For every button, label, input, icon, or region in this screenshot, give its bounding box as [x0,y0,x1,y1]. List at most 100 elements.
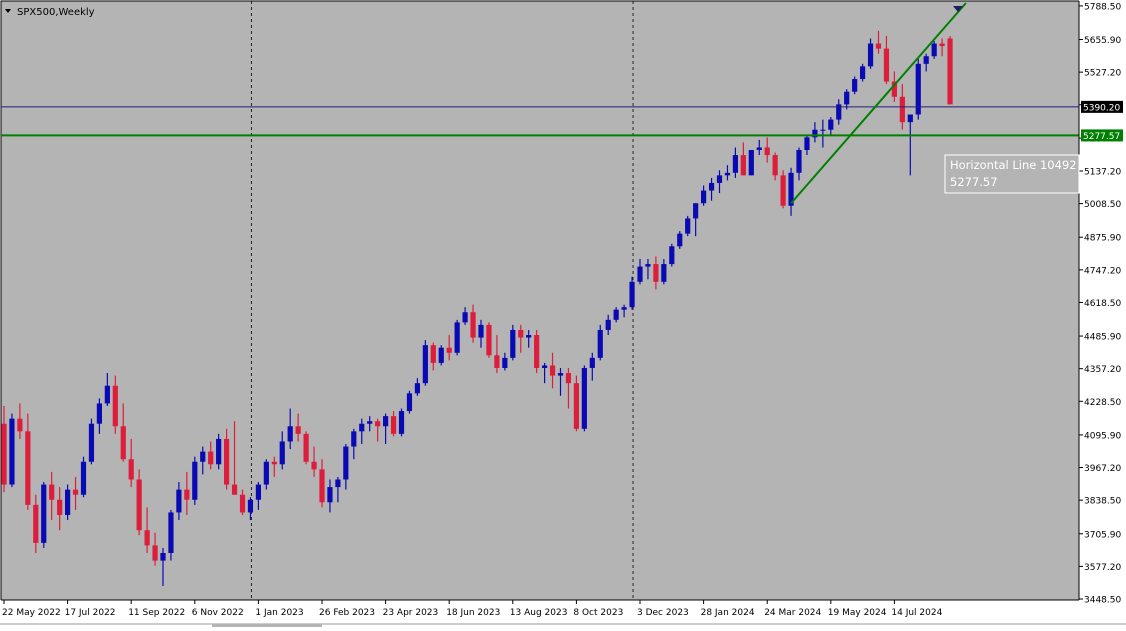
candle-body [279,441,285,465]
candle-body [907,114,913,123]
candle-body [613,309,619,320]
candle-body [947,38,953,105]
candle-body [88,423,95,462]
candle [192,456,198,505]
candle-body [200,451,206,462]
candle-body [502,357,508,368]
price-tick-label: 5137.20 [1084,167,1121,177]
price-tick-label: 5655.90 [1084,36,1121,46]
candle-body [597,329,603,358]
candle [852,76,858,95]
candle-body [414,383,420,394]
candle-body [685,218,691,234]
candle-body [701,190,707,204]
candle [947,35,953,105]
candle-body [518,329,524,338]
price-tick-label: 5008.50 [1084,200,1121,210]
candle-body [287,426,293,442]
candle-body [462,312,468,323]
price-tick-label: 4228.50 [1084,398,1121,408]
candle-body [72,489,79,495]
candle-body [96,403,102,424]
time-tick-label: 23 Apr 2023 [383,608,439,618]
candle-body [160,552,166,561]
price-tick-label: 4875.90 [1084,234,1121,244]
candle [677,231,683,249]
candle-body [343,446,349,480]
candle-body [263,461,269,485]
price-tick-label: 4357.20 [1084,365,1121,375]
price-tick-label: 4618.50 [1084,299,1121,309]
candle [534,329,540,374]
candle-body [653,264,659,282]
candle-body [80,461,87,495]
candle-body [565,373,572,384]
candle [510,324,516,361]
time-tick-label: 24 Mar 2024 [764,608,821,618]
price-tick-label: 3577.20 [1084,563,1121,573]
time-tick-label: 13 Aug 2023 [510,608,568,618]
candle-body [883,48,890,82]
time-tick-label: 11 Sep 2022 [128,608,185,618]
candle-body [526,335,532,338]
line-tooltip: Horizontal Line 10492 5277.57 [944,154,1080,194]
candle [80,456,87,498]
candle-body [557,373,564,376]
candle-body [939,43,945,47]
candle-body [621,307,627,310]
time-tick-label: 6 Nov 2022 [192,608,244,618]
candle-body [335,479,341,488]
candle-body [581,367,587,429]
candle-body [311,461,317,470]
candle-body [867,43,874,67]
candle-body [860,66,866,80]
candle-body [208,451,214,465]
symbol-label: SPX500,Weekly [17,7,95,18]
price-tick-label: 3967.20 [1084,464,1121,474]
candle-body [49,484,55,500]
candle-body [295,426,301,434]
price-tick-label: 5527.20 [1084,69,1121,79]
candle-body [406,393,413,412]
candle [88,418,95,465]
price-tick-label: 4485.90 [1084,333,1121,343]
time-tick-label: 19 May 2024 [828,608,887,618]
candle [860,63,866,82]
candle-body [104,385,110,404]
candle-body [41,484,47,543]
candle-body [184,489,190,500]
time-tick-label: 8 Oct 2023 [573,608,623,618]
price-tick-label: 5788.50 [1084,2,1121,12]
candle-body [573,383,579,429]
candle-body [430,345,436,363]
candle-body [271,461,277,465]
candle [41,482,47,548]
candle-body [176,489,182,513]
candle-body [112,385,118,427]
candle-body [852,79,858,92]
candle-body [359,423,365,432]
candle-body [875,43,882,49]
candle-body [740,155,746,176]
candle-body [724,172,731,176]
candle-body [1,423,7,485]
candle-body [549,365,556,376]
candle-body [645,264,651,267]
candle [597,324,603,361]
candle [65,484,71,521]
candle-body [820,129,826,131]
candle [406,390,413,414]
candle-body [478,324,484,338]
candle-body [693,203,699,219]
candle-body [756,147,762,151]
candle-body [844,91,850,105]
candle-body [319,469,325,503]
candle [168,509,174,561]
candle-body [669,246,675,265]
candle-body [732,155,738,173]
candle [915,58,921,120]
tooltip-value: 5277.57 [950,175,998,189]
candle-body [168,512,174,553]
time-tick-label: 17 Jul 2022 [65,608,116,618]
candle-body [446,347,452,353]
